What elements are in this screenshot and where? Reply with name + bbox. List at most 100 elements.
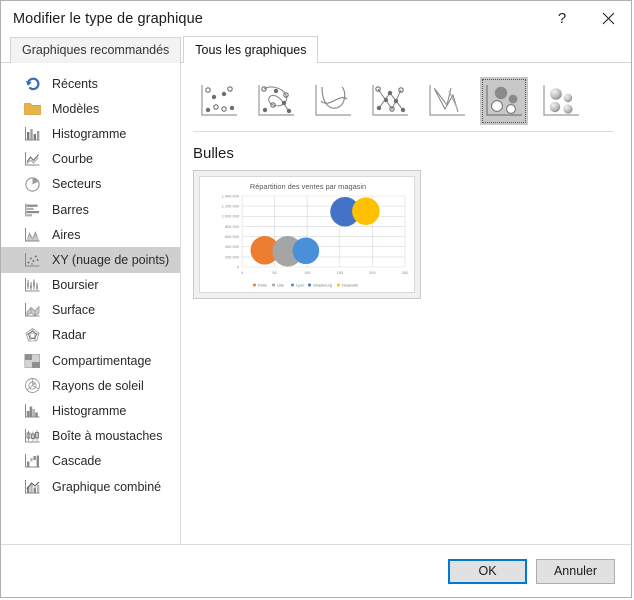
sidebar-item-label: Barres [52,202,89,217]
svg-text:Paris: Paris [258,282,267,287]
sidebar-item-waterfall[interactable]: Cascade [1,449,180,474]
svg-text:200: 200 [369,270,376,275]
help-glyph: ? [557,10,567,27]
sidebar-item-label: Aires [52,227,81,242]
recent-icon [23,75,41,93]
svg-text:Strasbourg: Strasbourg [313,282,332,287]
chart-subtype-bubble-icon[interactable] [480,77,528,125]
sidebar-item-label: Boîte à moustaches [52,429,163,444]
boxwhisker-chart-icon [23,427,41,445]
svg-text:1 400 000: 1 400 000 [222,193,240,198]
sidebar-item-recents[interactable]: Récents [1,71,180,96]
sidebar-item-label: Graphique combiné [52,479,162,494]
svg-text:100: 100 [304,270,311,275]
bubble-deauville [352,197,380,226]
sidebar-item-label: Secteurs [52,177,102,192]
svg-text:0: 0 [241,270,244,275]
column-chart-icon [23,125,41,143]
histogram-chart-icon [23,402,41,420]
chart-preview-panel[interactable]: Répartition des ventes par magasin 0 200… [193,170,421,299]
line-chart-icon [23,150,41,168]
sidebar-item-label: Histogramme [52,404,127,419]
sidebar-item-radar[interactable]: Radar [1,323,180,348]
chart-subtype-scatter-smooth-lines-markers-icon[interactable] [252,77,300,125]
change-chart-type-dialog: Modifier le type de graphique ? Graphiqu… [0,0,632,598]
chart-subtype-scatter-markers-icon[interactable] [195,77,243,125]
chart-subtype-scatter-straight-lines-markers-icon[interactable] [366,77,414,125]
dialog-body: Récents Modèles Histogramme Courbe Secte… [1,63,631,544]
sidebar-item-label: Courbe [52,152,93,167]
bubble-lyon [292,237,320,265]
sidebar-item-sunburst[interactable]: Rayons de soleil [1,373,180,398]
svg-text:50: 50 [272,270,277,275]
sidebar-item-bar[interactable]: Barres [1,197,180,222]
pie-chart-icon [23,175,41,193]
sidebar-item-area[interactable]: Aires [1,222,180,247]
sidebar-item-histogram[interactable]: Histogramme [1,398,180,423]
dialog-footer: OK Annuler [1,544,631,597]
folder-icon [23,100,41,118]
svg-text:400 000: 400 000 [225,244,240,249]
chart-subtype-bubble-3d-icon[interactable] [537,77,585,125]
scatter-chart-icon [23,251,41,269]
sidebar-item-label: Récents [52,76,98,91]
svg-text:250: 250 [402,270,409,275]
section-heading: Bulles [193,145,234,162]
cancel-button[interactable]: Annuler [536,558,615,584]
chart-subtype-strip [193,71,613,132]
stock-chart-icon [23,276,41,294]
bar-chart-icon [23,201,41,219]
tab-label: Graphiques recommandés [22,43,170,57]
sidebar-item-label: Histogramme [52,126,127,141]
svg-text:Lyon: Lyon [296,282,304,287]
sidebar-item-pie[interactable]: Secteurs [1,172,180,197]
sidebar-item-label: Radar [52,328,87,343]
treemap-chart-icon [23,352,41,370]
sidebar-item-combo[interactable]: Graphique combiné [1,474,180,499]
sidebar-item-label: Compartimentage [52,353,152,368]
svg-text:Répartition des ventes par mag: Répartition des ventes par magasin [250,182,366,191]
bubble-chart-svg: Répartition des ventes par magasin 0200 … [222,182,409,287]
area-chart-icon [23,226,41,244]
sunburst-chart-icon [23,377,41,395]
sidebar-item-box-whisker[interactable]: Boîte à moustaches [1,424,180,449]
tab-all-charts[interactable]: Tous les graphiques [183,36,319,64]
svg-text:150: 150 [337,270,344,275]
title-bar: Modifier le type de graphique ? [1,1,631,36]
chart-subtype-scatter-smooth-lines-icon[interactable] [309,77,357,125]
close-glyph [602,12,614,25]
svg-text:600 000: 600 000 [225,234,240,239]
sidebar-item-label: Cascade [52,454,102,469]
tab-strip: Graphiques recommandés Tous les graphiqu… [1,36,631,64]
chart-preview: Répartition des ventes par magasin 0 200… [199,176,415,293]
sidebar-item-stock[interactable]: Boursier [1,273,180,298]
sidebar-item-label: XY (nuage de points) [52,252,170,267]
combo-chart-icon [23,478,41,496]
sidebar-item-surface[interactable]: Surface [1,298,180,323]
ok-button[interactable]: OK [448,558,527,584]
tab-label: Tous les graphiques [195,43,307,57]
svg-text:1 200 000: 1 200 000 [222,204,240,209]
chart-category-sidebar[interactable]: Récents Modèles Histogramme Courbe Secte… [1,63,181,544]
window-buttons: ? [539,1,631,36]
svg-text:1 000 000: 1 000 000 [222,214,240,219]
sidebar-item-line[interactable]: Courbe [1,147,180,172]
sidebar-item-label: Modèles [52,101,100,116]
svg-text:800 000: 800 000 [225,224,240,229]
close-icon[interactable] [585,1,631,36]
svg-text:200 000: 200 000 [225,254,240,259]
tab-recommended-charts[interactable]: Graphiques recommandés [10,37,182,63]
radar-chart-icon [23,326,41,344]
svg-text:Lille: Lille [277,282,284,287]
sidebar-item-xy-scatter[interactable]: XY (nuage de points) [1,247,180,273]
sidebar-item-treemap[interactable]: Compartimentage [1,348,180,373]
sidebar-item-templates[interactable]: Modèles [1,96,180,121]
chart-subtype-scatter-straight-lines-icon[interactable] [423,77,471,125]
sidebar-item-column[interactable]: Histogramme [1,121,180,146]
svg-text:0: 0 [237,264,240,269]
page-title: Modifier le type de graphique [13,10,203,27]
help-icon[interactable]: ? [539,1,585,36]
svg-text:Deauville: Deauville [342,282,358,287]
sidebar-item-label: Surface [52,303,96,318]
surface-chart-icon [23,301,41,319]
